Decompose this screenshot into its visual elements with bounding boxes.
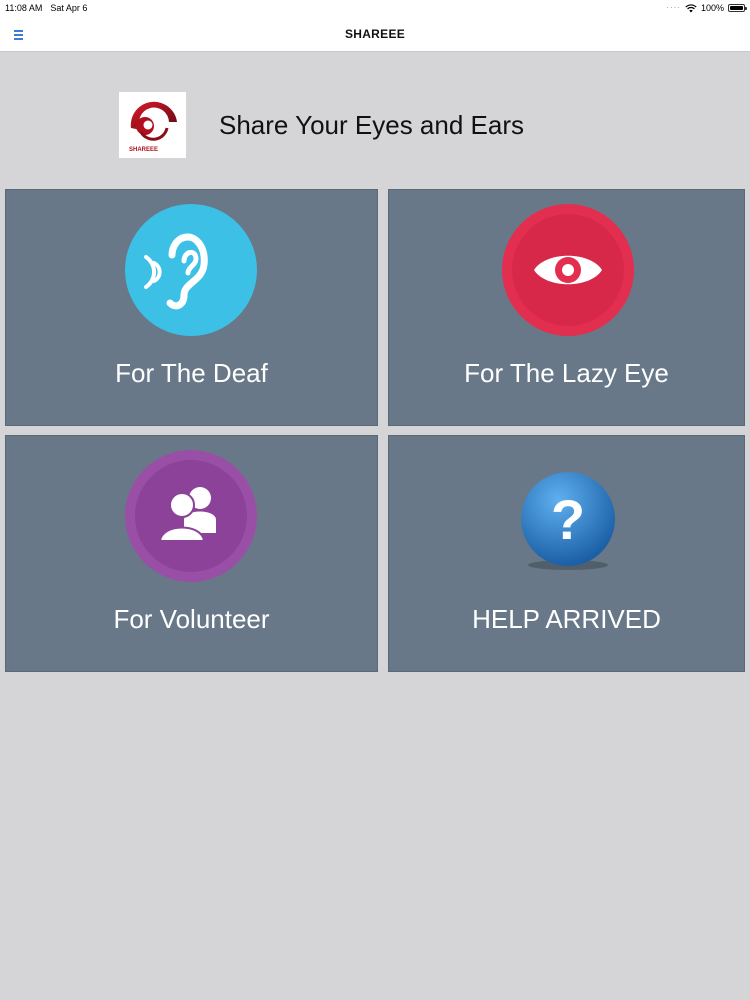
tile-label: For The Deaf (115, 358, 268, 388)
hamburger-icon (14, 30, 23, 32)
logo-text: SHAREEE (129, 147, 159, 153)
status-date: Sat Apr 6 (50, 3, 88, 13)
nav-title: SHAREEE (344, 27, 406, 41)
tile-label: For Volunteer (113, 604, 270, 634)
question-icon: ? (521, 472, 615, 570)
battery-fill (730, 6, 743, 10)
status-bar: 11:08 AM Sat Apr 6 ···· 100% (0, 0, 750, 16)
svg-text:?: ? (551, 488, 585, 551)
menu-button[interactable] (10, 24, 30, 44)
app-logo: SHAREEE (119, 92, 186, 158)
battery-percent: 100% (700, 3, 724, 13)
status-right: ···· 100% (666, 0, 747, 16)
status-left: 11:08 AM Sat Apr 6 (5, 0, 95, 16)
eye-icon (502, 204, 634, 336)
tile-for-the-deaf[interactable]: For The Deaf (5, 189, 378, 426)
tile-label: HELP ARRIVED (472, 604, 661, 634)
battery-icon (728, 4, 747, 12)
tagline: Share Your Eyes and Ears (219, 110, 524, 140)
signal-dots-icon: ···· (666, 3, 681, 12)
wifi-icon (685, 3, 697, 12)
tile-for-the-lazy-eye[interactable]: For The Lazy Eye (388, 189, 745, 426)
tile-help-arrived[interactable]: ? HELP ARRIVED (388, 435, 745, 672)
hamburger-icon-line (14, 34, 23, 36)
hamburger-icon-line (14, 38, 23, 40)
users-icon (125, 450, 257, 582)
ear-icon (125, 204, 257, 336)
nav-bar: SHAREEE (0, 16, 750, 52)
tile-for-volunteer[interactable]: For Volunteer (5, 435, 378, 672)
status-time: 11:08 AM (5, 3, 43, 13)
tile-label: For The Lazy Eye (464, 358, 669, 388)
